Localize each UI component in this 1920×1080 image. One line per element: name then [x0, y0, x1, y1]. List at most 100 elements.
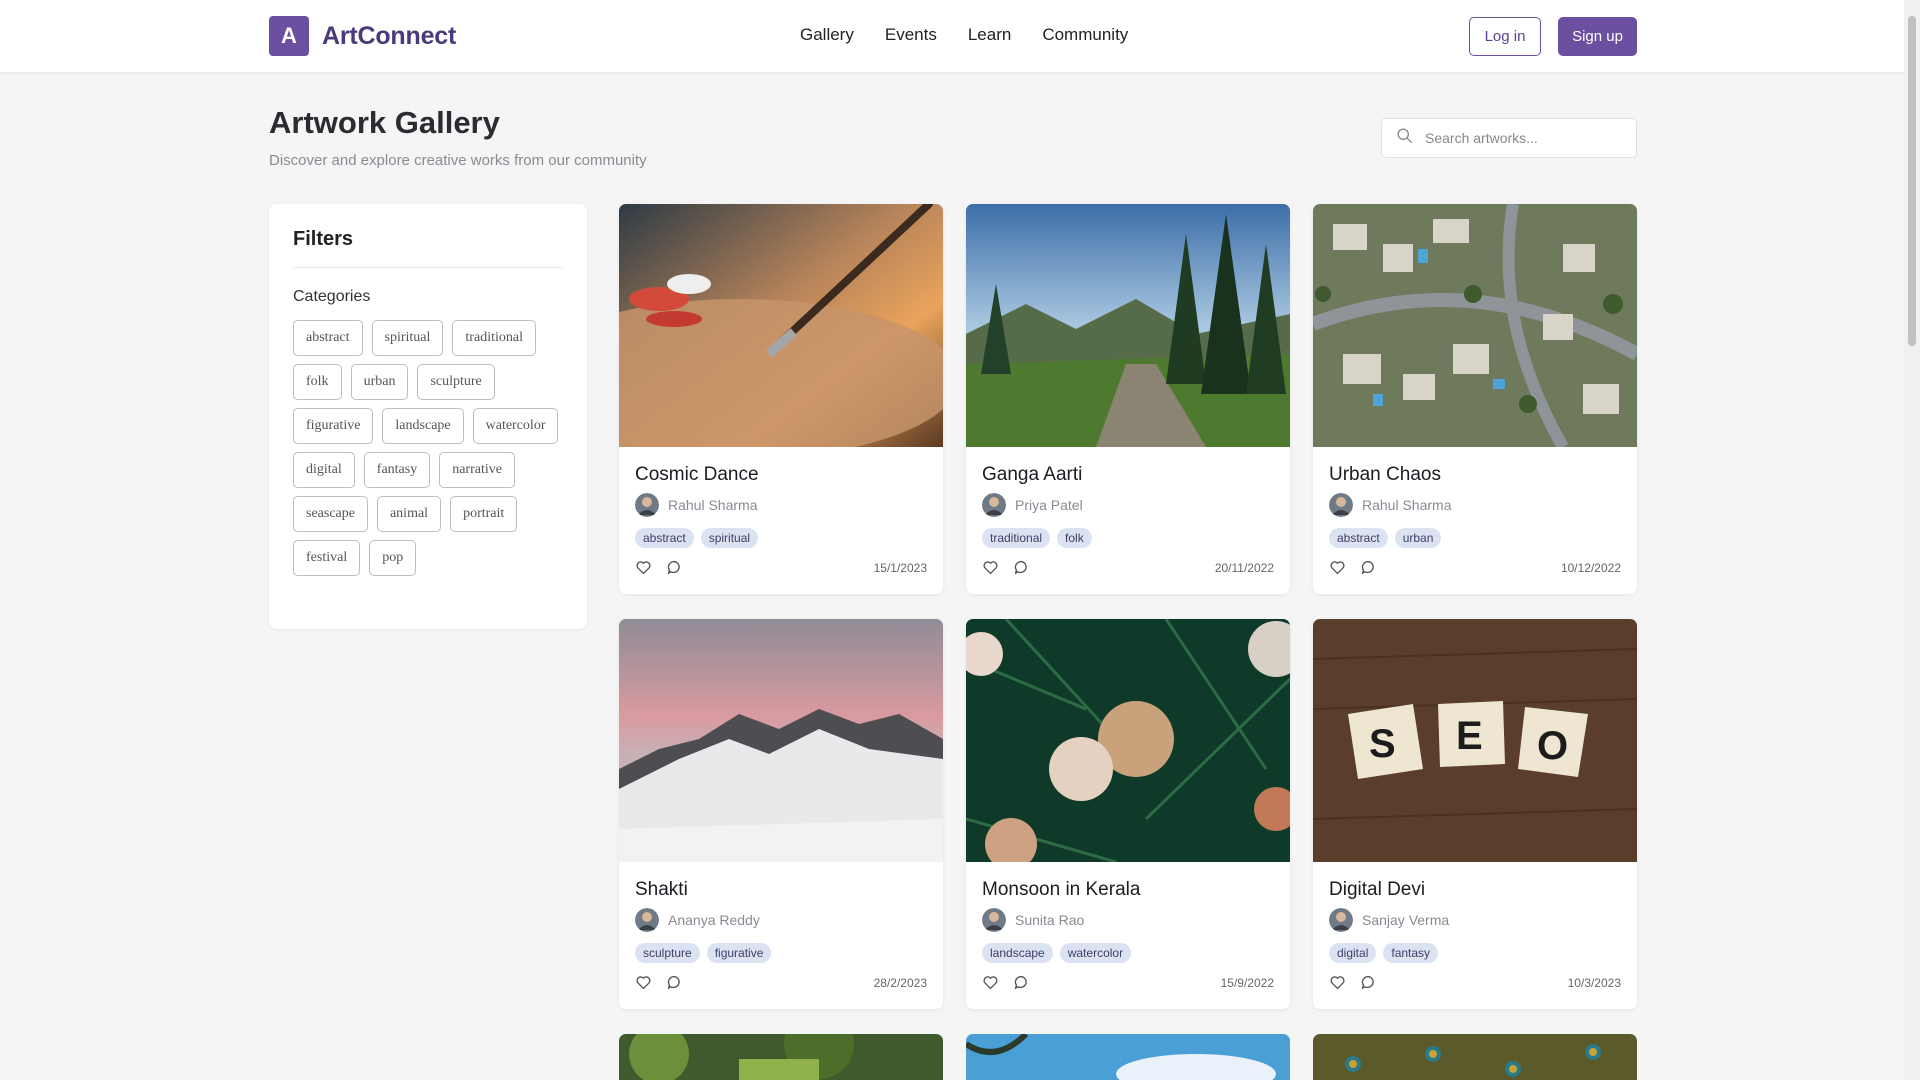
- login-button[interactable]: Log in: [1469, 17, 1541, 56]
- comment-icon[interactable]: [1360, 559, 1377, 576]
- category-chip[interactable]: urban: [350, 364, 409, 400]
- artwork-artist[interactable]: Sunita Rao: [982, 908, 1274, 932]
- artwork-artist[interactable]: Ananya Reddy: [635, 908, 927, 932]
- artwork-card[interactable]: S E O Digital Devi Sanjay Verma digital fan…: [1313, 619, 1637, 1009]
- heart-icon[interactable]: [982, 559, 999, 576]
- artwork-artist[interactable]: Rahul Sharma: [635, 493, 927, 517]
- artwork-image[interactable]: [966, 619, 1290, 862]
- artwork-tag[interactable]: watercolor: [1059, 943, 1132, 963]
- artwork-tags: digital fantasy: [1329, 943, 1621, 963]
- brand-logo[interactable]: A ArtConnect: [269, 16, 456, 56]
- artwork-tag[interactable]: abstract: [635, 528, 694, 548]
- artwork-tags: abstract urban: [1329, 528, 1621, 548]
- artwork-artist[interactable]: Rahul Sharma: [1329, 493, 1621, 517]
- category-chip[interactable]: pop: [369, 540, 417, 576]
- artwork-card[interactable]: [619, 1034, 943, 1080]
- nav-community[interactable]: Community: [1042, 25, 1128, 45]
- heart-icon[interactable]: [635, 974, 652, 991]
- search-box[interactable]: [1381, 118, 1637, 158]
- nav-events[interactable]: Events: [885, 25, 937, 45]
- svg-text:E: E: [1456, 714, 1483, 758]
- artist-name: Rahul Sharma: [668, 497, 758, 513]
- comment-icon[interactable]: [666, 559, 683, 576]
- category-chip[interactable]: watercolor: [472, 408, 559, 444]
- logo-mark: A: [269, 16, 309, 56]
- artwork-card[interactable]: Monsoon in Kerala Sunita Rao landscape wa…: [966, 619, 1290, 1009]
- artwork-title[interactable]: Monsoon in Kerala: [982, 879, 1274, 901]
- artwork-image[interactable]: SEO: [1313, 619, 1637, 862]
- category-chip[interactable]: traditional: [452, 320, 536, 356]
- comment-icon[interactable]: [1360, 974, 1377, 991]
- artwork-tags: abstract spiritual: [635, 528, 927, 548]
- comment-icon[interactable]: [666, 974, 683, 991]
- artwork-title[interactable]: Shakti: [635, 879, 927, 901]
- artwork-image[interactable]: [966, 1034, 1290, 1080]
- artwork-card[interactable]: [1313, 1034, 1637, 1080]
- artwork-date: 20/11/2022: [1214, 560, 1274, 575]
- heart-icon[interactable]: [982, 974, 999, 991]
- heart-icon[interactable]: [635, 559, 652, 576]
- page-scrollbar[interactable]: [1904, 0, 1920, 1080]
- artwork-artist[interactable]: Priya Patel: [982, 493, 1274, 517]
- artwork-image[interactable]: [619, 619, 943, 862]
- category-chip[interactable]: figurative: [293, 408, 374, 444]
- artwork-image[interactable]: [966, 204, 1290, 447]
- category-chip[interactable]: folk: [293, 364, 342, 400]
- nav-gallery[interactable]: Gallery: [800, 25, 854, 45]
- category-chip[interactable]: festival: [293, 540, 361, 576]
- artwork-tag[interactable]: landscape: [982, 943, 1053, 963]
- artwork-image[interactable]: [1313, 204, 1637, 447]
- signup-button[interactable]: Sign up: [1558, 17, 1637, 56]
- artwork-title[interactable]: Ganga Aarti: [982, 464, 1274, 486]
- category-chip[interactable]: narrative: [439, 452, 515, 488]
- artwork-title[interactable]: Digital Devi: [1329, 879, 1621, 901]
- category-chip[interactable]: animal: [376, 496, 442, 532]
- artwork-image[interactable]: [619, 1034, 943, 1080]
- artwork-card[interactable]: Shakti Ananya Reddy sculpture figurative …: [619, 619, 943, 1009]
- category-chip[interactable]: abstract: [293, 320, 363, 356]
- artwork-tag[interactable]: abstract: [1329, 528, 1388, 548]
- artwork-tag[interactable]: folk: [1057, 528, 1092, 548]
- heart-icon[interactable]: [1329, 559, 1346, 576]
- artwork-artist[interactable]: Sanjay Verma: [1329, 908, 1621, 932]
- artwork-tag[interactable]: sculpture: [635, 943, 700, 963]
- filters-title: Filters: [293, 228, 563, 268]
- category-chip[interactable]: digital: [293, 452, 355, 488]
- nav-learn[interactable]: Learn: [968, 25, 1011, 45]
- artwork-card[interactable]: Cosmic Dance Rahul Sharma abstract spirit…: [619, 204, 943, 594]
- comment-icon[interactable]: [1013, 559, 1030, 576]
- main-nav: Gallery Events Learn Community: [800, 25, 1128, 45]
- page-subtitle: Discover and explore creative works from…: [269, 152, 647, 169]
- artwork-tag[interactable]: digital: [1329, 943, 1377, 963]
- artwork-card[interactable]: Ganga Aarti Priya Patel traditional folk …: [966, 204, 1290, 594]
- search-input[interactable]: [1425, 130, 1615, 146]
- artwork-tag[interactable]: traditional: [982, 528, 1051, 548]
- category-chip[interactable]: portrait: [450, 496, 518, 532]
- artwork-title[interactable]: Cosmic Dance: [635, 464, 927, 486]
- heart-icon[interactable]: [1329, 974, 1346, 991]
- card-footer: 28/2/2023: [635, 974, 927, 991]
- artwork-card[interactable]: Urban Chaos Rahul Sharma abstract urban 1…: [1313, 204, 1637, 594]
- category-chips: abstract spiritual traditional folk urba…: [293, 320, 563, 576]
- svg-text:O: O: [1537, 724, 1568, 768]
- artwork-tag[interactable]: urban: [1394, 528, 1442, 548]
- search-icon: [1396, 127, 1413, 149]
- category-chip[interactable]: sculpture: [417, 364, 495, 400]
- artwork-title[interactable]: Urban Chaos: [1329, 464, 1621, 486]
- artwork-tag[interactable]: spiritual: [700, 528, 759, 548]
- comment-icon[interactable]: [1013, 974, 1030, 991]
- category-chip[interactable]: fantasy: [363, 452, 431, 488]
- avatar: [635, 908, 659, 932]
- artwork-date: 28/2/2023: [873, 975, 927, 990]
- artwork-tag[interactable]: fantasy: [1383, 943, 1439, 963]
- artwork-image[interactable]: [1313, 1034, 1637, 1080]
- artwork-card[interactable]: [966, 1034, 1290, 1080]
- category-chip[interactable]: seascape: [293, 496, 368, 532]
- artwork-image[interactable]: [619, 204, 943, 447]
- category-chip[interactable]: landscape: [382, 408, 464, 444]
- artwork-tag[interactable]: figurative: [706, 943, 772, 963]
- card-footer: 20/11/2022: [982, 559, 1274, 576]
- category-chip[interactable]: spiritual: [371, 320, 444, 356]
- brand-name: ArtConnect: [322, 21, 457, 50]
- scrollbar-thumb[interactable]: [1908, 16, 1916, 346]
